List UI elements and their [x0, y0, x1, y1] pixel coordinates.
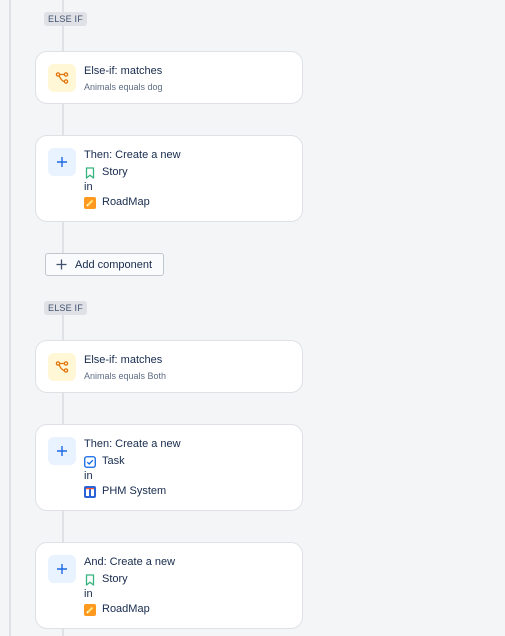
in-label: in: [84, 588, 93, 600]
card-title: Else-if: matches: [84, 65, 163, 77]
card-title: Else-if: matches: [84, 354, 163, 366]
condition-card[interactable]: Else-if: matches Animals equals dog: [35, 51, 303, 104]
card-subtitle: Animals equals dog: [84, 82, 163, 92]
plus-icon: [48, 437, 76, 465]
action-card[interactable]: And: Create a new Story in RoadMap: [35, 542, 303, 629]
issue-type-label: Story: [102, 573, 128, 585]
branch-icon: [48, 353, 76, 381]
automation-rule-canvas: ELSE IF Else-if: matches Animals equals …: [0, 0, 505, 636]
condition-card[interactable]: Else-if: matches Animals equals Both: [35, 340, 303, 393]
issue-type-row: Story: [84, 165, 292, 180]
issue-type-row: Task: [84, 454, 292, 469]
building-project-icon: [84, 485, 96, 498]
plus-icon: [56, 259, 67, 270]
bookmark-icon: [84, 166, 96, 179]
branch-icon: [48, 64, 76, 92]
in-label: in: [84, 181, 93, 193]
project-row: RoadMap: [84, 602, 292, 617]
bookmark-icon: [84, 573, 96, 586]
project-label: RoadMap: [102, 196, 150, 208]
connector-line: [62, 315, 64, 340]
add-component-label: Add component: [75, 258, 153, 271]
connector-line: [62, 26, 64, 51]
connector-line: [62, 629, 64, 636]
card-title: And: Create a new: [84, 556, 176, 568]
plus-icon: [48, 148, 76, 176]
in-label: in: [84, 470, 93, 482]
checkbox-icon: [84, 455, 96, 468]
card-subtitle: Animals equals Both: [84, 371, 167, 381]
plus-icon: [48, 555, 76, 583]
connector-line: [62, 104, 64, 135]
project-row: PHM System: [84, 484, 292, 499]
action-card[interactable]: Then: Create a new Task in PHM System: [35, 424, 303, 511]
project-label: RoadMap: [102, 603, 150, 615]
connector-line: [62, 0, 64, 12]
issue-type-label: Task: [102, 455, 125, 467]
card-title: Then: Create a new: [84, 149, 181, 161]
outer-rail-line: [9, 0, 11, 636]
pencil-project-icon: [84, 196, 96, 209]
else-if-label: ELSE IF: [44, 12, 87, 26]
card-title: Then: Create a new: [84, 438, 181, 450]
project-row: RoadMap: [84, 195, 292, 210]
issue-type-label: Story: [102, 166, 128, 178]
issue-type-row: Story: [84, 572, 292, 587]
connector-line: [62, 393, 64, 424]
connector-line: [62, 222, 64, 253]
action-card[interactable]: Then: Create a new Story in RoadMap: [35, 135, 303, 222]
pencil-project-icon: [84, 603, 96, 616]
else-if-label: ELSE IF: [44, 301, 87, 315]
add-component-button[interactable]: Add component: [45, 253, 164, 276]
project-label: PHM System: [102, 485, 167, 497]
connector-line: [62, 511, 64, 542]
